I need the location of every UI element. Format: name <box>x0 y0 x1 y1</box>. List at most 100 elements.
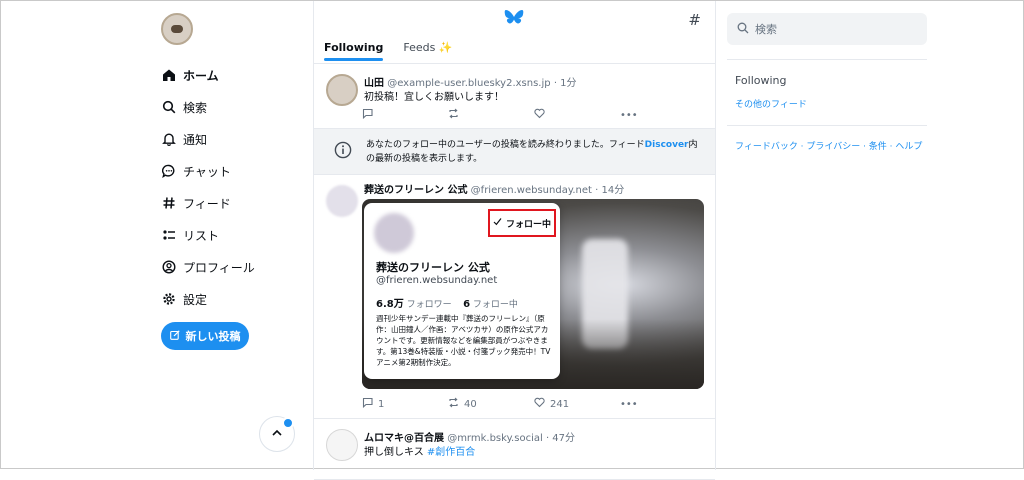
post-image[interactable]: フォロー中 葬送のフリーレン 公式 @frieren.websunday.net… <box>362 199 704 389</box>
profile-card-name[interactable]: 葬送のフリーレン 公式 <box>376 259 490 275</box>
reply-button[interactable]: 1 <box>362 397 448 411</box>
hash-icon <box>161 195 177 211</box>
profile-card-stats: 6.8万 フォロワー 6 フォロー中 <box>376 295 518 310</box>
nav-lists-label: リスト <box>183 228 220 243</box>
post-text-body: 押し倒しキス <box>364 447 424 458</box>
nav-settings-label: 設定 <box>183 292 208 307</box>
tab-following[interactable]: Following <box>324 41 384 61</box>
post-avatar[interactable] <box>326 74 358 106</box>
other-feeds-link[interactable]: その他のフィード <box>735 97 807 110</box>
post-text: 初投稿！宜しくお願いします！ <box>364 92 504 103</box>
scroll-to-top-button[interactable] <box>259 416 295 452</box>
search-input[interactable]: 検索 <box>727 13 927 45</box>
reply-icon <box>362 108 373 122</box>
notice-text-before: あなたのフォロー中のユーザーの投稿を読み終わりました。フィード <box>366 140 645 150</box>
post-text: 押し倒しキス #創作百合 <box>364 443 475 458</box>
nav-profile[interactable]: プロフィール <box>161 251 311 283</box>
reply-icon <box>362 397 373 411</box>
end-of-following-notice: あなたのフォロー中のユーザーの投稿を読み終わりました。フィードDiscover内… <box>314 129 715 175</box>
nav-home[interactable]: ホーム <box>161 59 311 91</box>
profile-card-handle: @frieren.websunday.net <box>376 275 498 286</box>
post-avatar[interactable] <box>326 185 358 217</box>
more-dots-icon: ••• <box>620 109 638 121</box>
info-icon <box>334 141 352 163</box>
discover-link[interactable]: Discover <box>645 140 689 150</box>
following-button-label: フォロー中 <box>505 219 551 230</box>
chat-icon <box>161 163 177 179</box>
search-icon <box>161 99 177 115</box>
post-avatar[interactable] <box>326 429 358 461</box>
profile-hover-card: フォロー中 葬送のフリーレン 公式 @frieren.websunday.net… <box>364 203 560 379</box>
nav-feeds-label: フィード <box>183 196 231 211</box>
nav-search-label: 検索 <box>183 100 208 115</box>
nav-home-label: ホーム <box>183 68 219 83</box>
post-time: · 47分 <box>545 433 576 444</box>
post-time: · 1分 <box>553 78 577 89</box>
profile-card-bio: 週刊少年サンデー連載中『葬送のフリーレン』（原作：山田鐘人／作画：アベツカサ）の… <box>376 314 551 367</box>
followers-count[interactable]: 6.8万 <box>376 299 404 310</box>
checkmark-icon <box>493 217 502 229</box>
my-avatar[interactable] <box>161 13 193 45</box>
post-actions: ••• <box>362 108 706 122</box>
post-header: 山田 @example-user.bluesky2.xsns.jp · 1分 <box>364 74 577 89</box>
followers-label: フォロワー <box>406 300 452 310</box>
compose-icon <box>169 329 180 343</box>
more-options-button[interactable]: ••• <box>620 108 706 122</box>
nav-notifications[interactable]: 通知 <box>161 123 311 155</box>
home-icon <box>161 67 177 83</box>
nav-settings[interactable]: 設定 <box>161 283 311 315</box>
feeds-hash-icon[interactable]: # <box>688 11 701 29</box>
footer-links[interactable]: フィードバック · プライバシー · 条件 · ヘルプ <box>735 139 922 152</box>
following-count[interactable]: 6 <box>463 299 470 310</box>
divider <box>727 59 927 60</box>
new-post-label: 新しい投稿 <box>185 330 241 343</box>
nav-lists[interactable]: リスト <box>161 219 311 251</box>
post-item[interactable]: 葬送のフリーレン 公式 @frieren.websunday.net · 14分… <box>314 175 715 419</box>
nav-feeds[interactable]: フィード <box>161 187 311 219</box>
nav-chat[interactable]: チャット <box>161 155 311 187</box>
notice-text: あなたのフォロー中のユーザーの投稿を読み終わりました。フィードDiscover内… <box>366 138 706 166</box>
nav-chat-label: チャット <box>183 164 231 179</box>
more-dots-icon: ••• <box>620 398 638 410</box>
like-count: 241 <box>550 398 570 410</box>
post-item[interactable]: ムロマキ@百合展 @mrmk.bsky.social · 47分 押し倒しキス … <box>314 419 715 480</box>
following-label: フォロー中 <box>472 300 518 310</box>
tab-feeds[interactable]: Feeds ✨ <box>403 41 452 60</box>
repost-icon <box>448 108 459 122</box>
chevron-up-icon <box>270 425 284 444</box>
like-button[interactable] <box>534 108 620 122</box>
feed-tabs: Following Feeds ✨ <box>324 41 453 61</box>
repost-button[interactable]: 40 <box>448 397 534 411</box>
profile-card-avatar[interactable] <box>374 213 414 253</box>
hashtag-link[interactable]: #創作百合 <box>427 447 475 458</box>
bell-icon <box>161 131 177 147</box>
post-header: 葬送のフリーレン 公式 @frieren.websunday.net · 14分 <box>364 181 624 196</box>
nav-profile-label: プロフィール <box>183 260 255 275</box>
reply-button[interactable] <box>362 108 448 122</box>
post-item[interactable]: 山田 @example-user.bluesky2.xsns.jp · 1分 初… <box>314 64 715 129</box>
repost-icon <box>448 397 459 411</box>
following-feed-link[interactable]: Following <box>735 74 787 87</box>
following-button[interactable]: フォロー中 <box>488 209 556 237</box>
post-actions: 1 40 241 ••• <box>362 397 706 411</box>
post-header: ムロマキ@百合展 @mrmk.bsky.social · 47分 <box>364 429 575 444</box>
post-author-handle[interactable]: @frieren.websunday.net <box>471 185 592 196</box>
new-posts-indicator <box>282 417 294 429</box>
like-button[interactable]: 241 <box>534 397 620 411</box>
nav-notifications-label: 通知 <box>183 132 208 147</box>
heart-icon <box>534 108 545 122</box>
list-icon <box>161 227 177 243</box>
more-options-button[interactable]: ••• <box>620 397 706 411</box>
left-navigation: ホーム 検索 通知 チャット フィード リスト プロフィール 設定 新しい投稿 <box>161 13 311 452</box>
timeline-header: # Following Feeds ✨ <box>314 1 715 64</box>
search-icon <box>737 22 749 37</box>
post-time: · 14分 <box>595 185 625 196</box>
bluesky-logo-icon[interactable] <box>504 9 524 31</box>
repost-button[interactable] <box>448 108 534 122</box>
profile-icon <box>161 259 177 275</box>
nav-search[interactable]: 検索 <box>161 91 311 123</box>
reply-count: 1 <box>378 398 385 410</box>
new-post-button[interactable]: 新しい投稿 <box>161 322 249 350</box>
post-author-name[interactable]: 葬送のフリーレン 公式 <box>364 185 467 196</box>
heart-icon <box>534 397 545 411</box>
